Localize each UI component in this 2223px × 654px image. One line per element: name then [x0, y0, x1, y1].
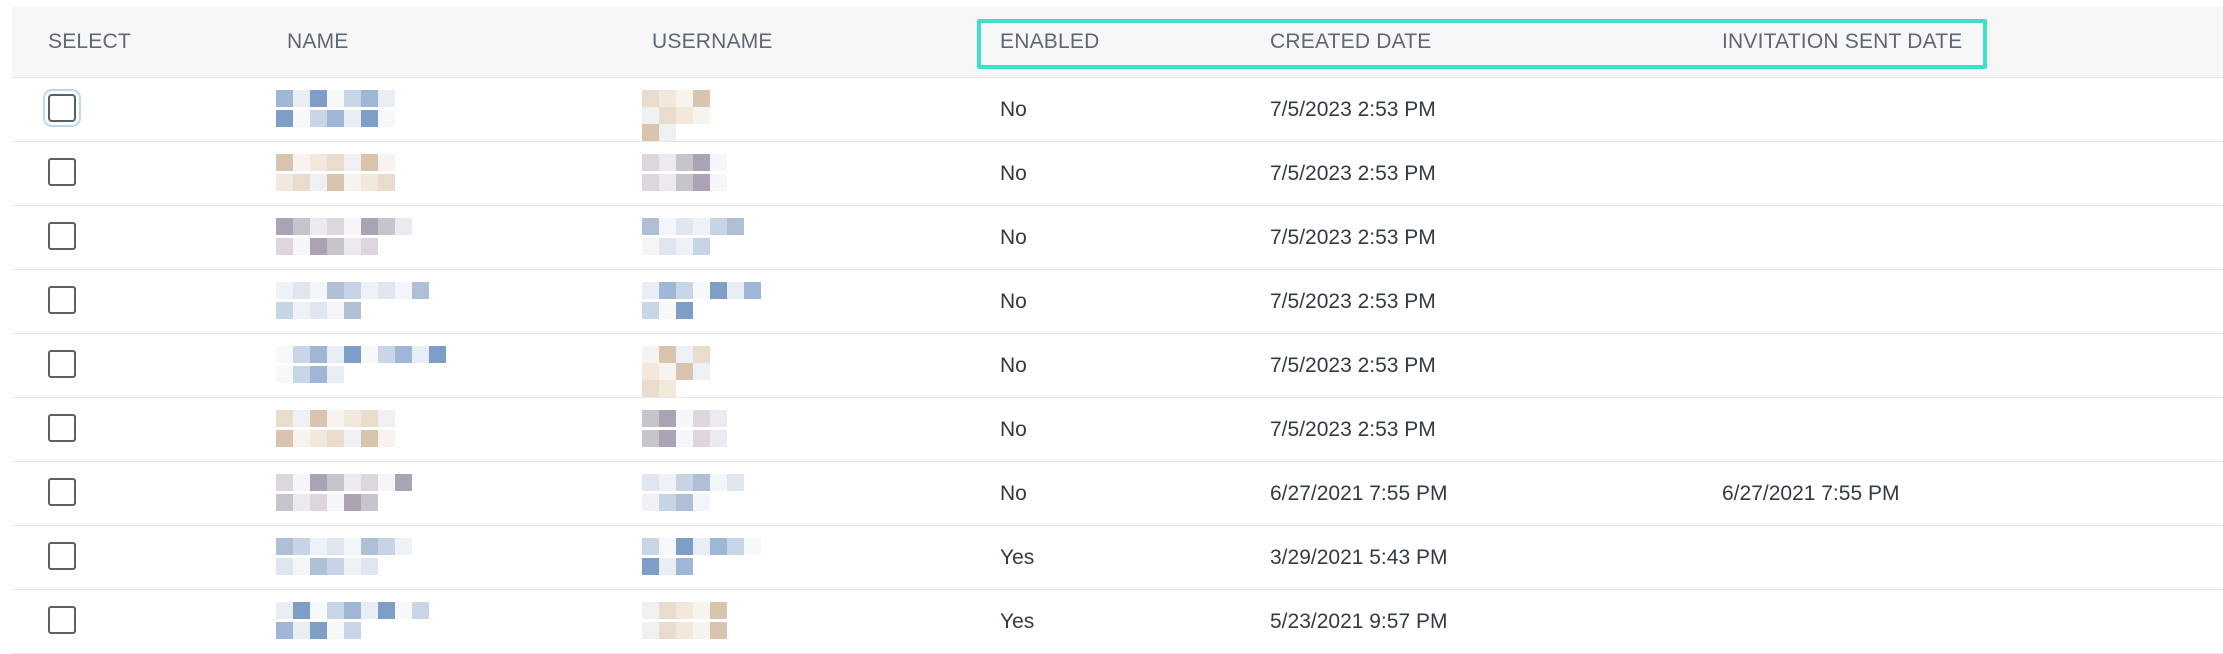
table-row[interactable]: Yes 3/29/2021 5:43 PM: [12, 526, 2223, 590]
enabled-cell: No: [1000, 162, 1027, 185]
table-row[interactable]: No 7/5/2023 2:53 PM: [12, 398, 2223, 462]
redacted-name: [276, 282, 435, 322]
redacted-username: [642, 346, 720, 397]
column-header-invitation-sent-date[interactable]: INVITATION SENT DATE: [1722, 7, 1962, 77]
table-header: SELECT NAME USERNAME ENABLED CREATED DAT…: [12, 7, 2223, 78]
redacted-name: [276, 602, 440, 642]
table-row[interactable]: No 7/5/2023 2:53 PM: [12, 270, 2223, 334]
redacted-name: [276, 154, 409, 194]
redacted-username: [642, 474, 754, 514]
select-checkbox[interactable]: [48, 606, 76, 634]
created-date-cell: 5/23/2021 9:57 PM: [1270, 610, 1448, 633]
enabled-cell: No: [1000, 290, 1027, 313]
table-row[interactable]: No 7/5/2023 2:53 PM: [12, 142, 2223, 206]
redacted-name: [276, 538, 427, 578]
select-checkbox[interactable]: [48, 222, 76, 250]
redacted-username: [642, 410, 737, 450]
select-checkbox[interactable]: [48, 542, 76, 570]
redacted-username: [642, 282, 763, 322]
created-date-cell: 7/5/2023 2:53 PM: [1270, 226, 1436, 249]
enabled-cell: No: [1000, 226, 1027, 249]
table-row[interactable]: Yes 5/23/2021 9:57 PM: [12, 590, 2223, 654]
select-checkbox[interactable]: [48, 158, 76, 186]
enabled-cell: No: [1000, 482, 1027, 505]
created-date-cell: 7/5/2023 2:53 PM: [1270, 162, 1436, 185]
created-date-cell: 7/5/2023 2:53 PM: [1270, 290, 1436, 313]
redacted-name: [276, 90, 396, 130]
column-header-select[interactable]: SELECT: [48, 7, 131, 77]
column-header-name[interactable]: NAME: [287, 7, 348, 77]
invitation-sent-date-cell: 6/27/2021 7:55 PM: [1722, 482, 1900, 505]
redacted-username: [642, 602, 728, 642]
select-checkbox[interactable]: [43, 89, 81, 127]
redacted-name: [276, 218, 422, 258]
created-date-cell: 7/5/2023 2:53 PM: [1270, 98, 1436, 121]
enabled-cell: No: [1000, 98, 1027, 121]
select-checkbox[interactable]: [48, 414, 76, 442]
select-checkbox[interactable]: [48, 478, 76, 506]
table-body: No 7/5/2023 2:53 PM No 7/5/2023 2:53 PM No 7/…: [12, 78, 2223, 654]
select-checkbox[interactable]: [48, 286, 76, 314]
redacted-username: [642, 154, 729, 194]
created-date-cell: 7/5/2023 2:53 PM: [1270, 418, 1436, 441]
table-row[interactable]: No 7/5/2023 2:53 PM: [12, 206, 2223, 270]
column-header-enabled[interactable]: ENABLED: [1000, 7, 1099, 77]
redacted-name: [276, 410, 401, 450]
enabled-cell: No: [1000, 418, 1027, 441]
redacted-username: [642, 90, 712, 141]
redacted-name: [276, 474, 414, 514]
table-row[interactable]: No 6/27/2021 7:55 PM 6/27/2021 7:55 PM: [12, 462, 2223, 526]
table-row[interactable]: No 7/5/2023 2:53 PM: [12, 78, 2223, 142]
enabled-cell: Yes: [1000, 610, 1035, 633]
created-date-cell: 6/27/2021 7:55 PM: [1270, 482, 1448, 505]
redacted-name: [276, 346, 448, 386]
enabled-cell: Yes: [1000, 546, 1035, 569]
enabled-cell: No: [1000, 354, 1027, 377]
redacted-username: [642, 218, 746, 258]
column-header-username[interactable]: USERNAME: [652, 7, 773, 77]
redacted-username: [642, 538, 771, 578]
created-date-cell: 3/29/2021 5:43 PM: [1270, 546, 1448, 569]
column-header-created-date[interactable]: CREATED DATE: [1270, 7, 1431, 77]
created-date-cell: 7/5/2023 2:53 PM: [1270, 354, 1436, 377]
table-row[interactable]: No 7/5/2023 2:53 PM: [12, 334, 2223, 398]
users-table: SELECT NAME USERNAME ENABLED CREATED DAT…: [12, 7, 2223, 654]
select-checkbox[interactable]: [48, 350, 76, 378]
